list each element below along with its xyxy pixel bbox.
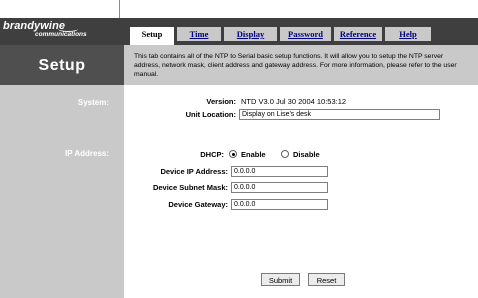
frame-line-vertical [119, 0, 120, 20]
unit-location-label: Unit Location: [185, 110, 236, 119]
tab-time[interactable]: Time [177, 27, 221, 41]
tab-description: This tab contains all of the NTP to Seri… [134, 53, 457, 78]
tab-setup[interactable]: Setup [130, 27, 174, 45]
brand-logo: brandywine communications [3, 20, 123, 42]
dhcp-label: DHCP: [200, 150, 224, 159]
tab-bar: Setup Time Display Password Reference He… [124, 18, 478, 45]
dhcp-enable-label[interactable]: Enable [241, 150, 266, 159]
device-ip-address-input[interactable] [231, 166, 328, 177]
brand-tagline: communications [35, 31, 87, 38]
dhcp-disable-label[interactable]: Disable [293, 150, 320, 159]
submit-button[interactable]: Submit [261, 273, 300, 286]
dhcp-enable-radio[interactable] [229, 150, 237, 158]
tab-reference[interactable]: Reference [334, 27, 382, 41]
unit-location-input[interactable] [239, 109, 440, 120]
version-label: Version: [206, 97, 236, 106]
device-gateway-label: Device Gateway: [168, 200, 228, 209]
page-title: Setup [38, 57, 86, 74]
section-label-panel [0, 85, 124, 298]
dhcp-disable-radio[interactable] [281, 150, 289, 158]
reset-button[interactable]: Reset [308, 273, 345, 286]
tab-password[interactable]: Password [280, 27, 331, 41]
section-label-ip-address: IP Address: [64, 149, 109, 158]
tab-help[interactable]: Help [385, 27, 431, 41]
tab-display[interactable]: Display [224, 27, 277, 41]
device-gateway-input[interactable] [231, 199, 328, 210]
device-subnet-mask-input[interactable] [231, 182, 328, 193]
device-ip-address-label: Device IP Address: [160, 167, 228, 176]
device-subnet-mask-label: Device Subnet Mask: [152, 183, 228, 192]
section-label-system: System: [77, 98, 109, 107]
version-value: NTD V3.0 Jul 30 2004 10:53:12 [241, 97, 347, 106]
